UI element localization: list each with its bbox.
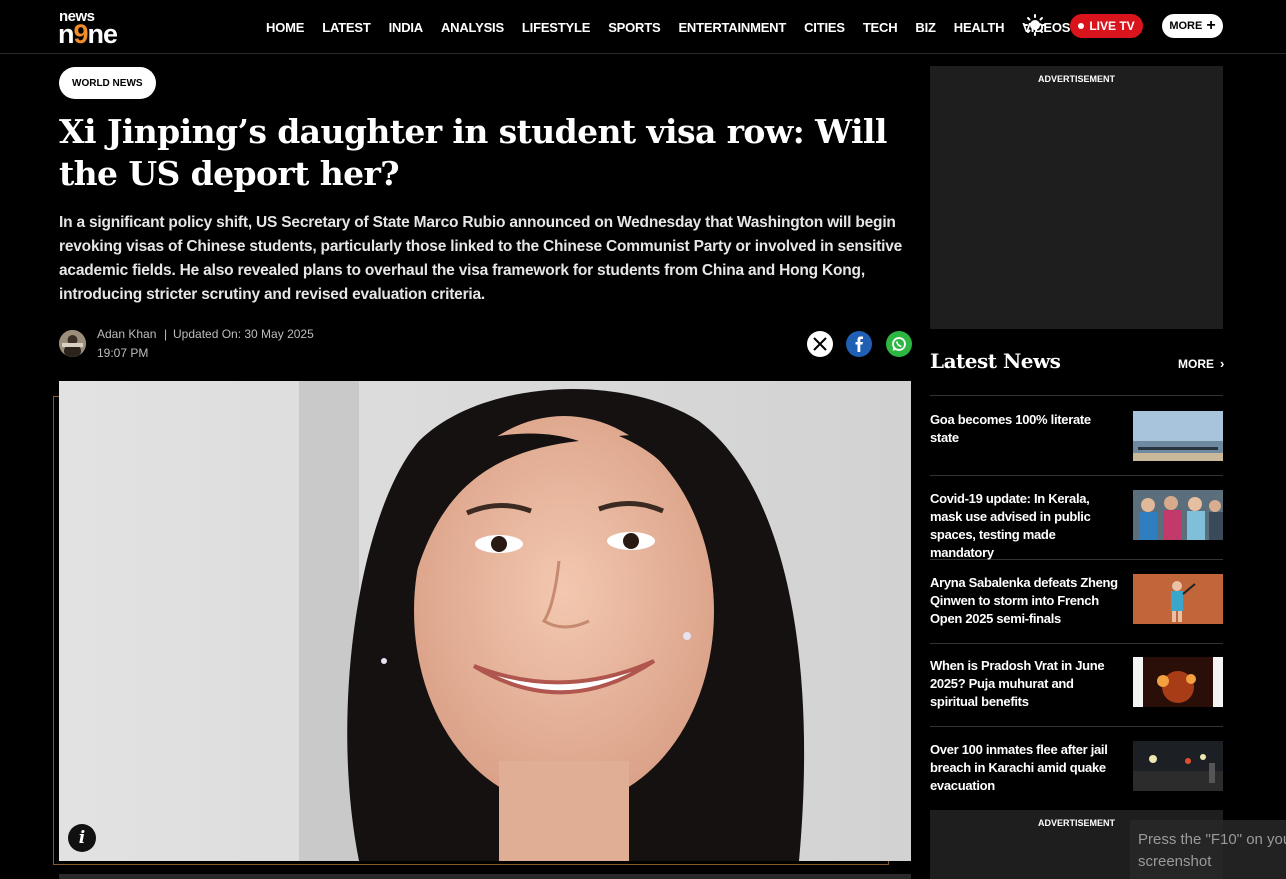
- nav-entertainment[interactable]: ENTERTAINMENT: [678, 20, 786, 35]
- news-title[interactable]: When is Pradosh Vrat in June 2025? Puja …: [930, 657, 1122, 711]
- latest-divider: [930, 395, 1223, 396]
- more-menu-button[interactable]: MORE +: [1162, 14, 1223, 38]
- hint-line-1: Press the "F10" on your: [1138, 831, 1286, 848]
- nav-cities[interactable]: CITIES: [804, 20, 845, 35]
- nav-tech[interactable]: TECH: [863, 20, 898, 35]
- x-icon[interactable]: [807, 331, 833, 357]
- list-item[interactable]: Over 100 inmates flee after jail breach …: [930, 741, 1223, 799]
- latest-news-title: Latest News: [930, 349, 1061, 373]
- author-name[interactable]: Adan Khan: [97, 327, 156, 341]
- whatsapp-icon[interactable]: [886, 331, 912, 357]
- more-label: MORE: [1169, 20, 1203, 32]
- news-title[interactable]: Goa becomes 100% literate state: [930, 411, 1122, 447]
- hint-line-2: screenshot: [1138, 853, 1212, 870]
- live-tv-label: LIVE TV: [1089, 19, 1135, 33]
- nav-health[interactable]: HEALTH: [954, 20, 1005, 35]
- info-icon[interactable]: i: [68, 824, 96, 852]
- content-divider: [59, 874, 911, 879]
- nav-analysis[interactable]: ANALYSIS: [441, 20, 504, 35]
- category-pill[interactable]: WORLD NEWS: [59, 67, 156, 99]
- screenshot-hint-overlay: Press the "F10" on your screenshot: [1130, 820, 1286, 879]
- plus-icon: +: [1206, 17, 1216, 34]
- chevron-right-icon: ›: [1220, 356, 1225, 371]
- author-avatar[interactable]: [59, 330, 86, 357]
- news-thumbnail[interactable]: [1133, 411, 1223, 461]
- news9-logo[interactable]: news n9ne: [58, 9, 128, 49]
- sun-icon[interactable]: [1024, 14, 1046, 36]
- logo-line-2: n9ne: [58, 19, 118, 49]
- news-thumbnail[interactable]: [1133, 574, 1223, 624]
- meta-separator: |: [164, 327, 168, 341]
- updated-date: Updated On: 30 May 2025: [173, 327, 314, 341]
- main-nav: HOME LATEST INDIA ANALYSIS LIFESTYLE SPO…: [266, 0, 1088, 54]
- latest-more-label: MORE: [1178, 356, 1214, 371]
- news-title[interactable]: Over 100 inmates flee after jail breach …: [930, 741, 1122, 795]
- list-item[interactable]: Covid-19 update: In Kerala, mask use adv…: [930, 490, 1223, 560]
- nav-india[interactable]: INDIA: [389, 20, 424, 35]
- live-dot-icon: [1078, 23, 1085, 29]
- news-thumbnail[interactable]: [1133, 490, 1223, 540]
- nav-lifestyle[interactable]: LIFESTYLE: [522, 20, 590, 35]
- nav-biz[interactable]: BIZ: [915, 20, 936, 35]
- list-item[interactable]: When is Pradosh Vrat in June 2025? Puja …: [930, 657, 1223, 727]
- list-item[interactable]: Aryna Sabalenka defeats Zheng Qinwen to …: [930, 574, 1223, 644]
- nav-latest[interactable]: LATEST: [322, 20, 371, 35]
- news-title[interactable]: Aryna Sabalenka defeats Zheng Qinwen to …: [930, 574, 1122, 628]
- news-thumbnail[interactable]: [1133, 657, 1223, 707]
- live-tv-button[interactable]: LIVE TV: [1070, 14, 1143, 38]
- nav-home[interactable]: HOME: [266, 20, 304, 35]
- facebook-icon[interactable]: [846, 331, 872, 357]
- advertisement-label: ADVERTISEMENT: [1037, 74, 1115, 84]
- top-navigation-bar: news n9ne HOME LATEST INDIA ANALYSIS LIF…: [0, 0, 1286, 54]
- article-headline: Xi Jinping’s daughter in student visa ro…: [59, 112, 887, 193]
- latest-more-link[interactable]: MORE ›: [1178, 356, 1224, 371]
- article-summary: In a significant policy shift, US Secret…: [59, 214, 903, 303]
- updated-time: 19:07 PM: [97, 346, 149, 360]
- news-thumbnail[interactable]: [1133, 741, 1223, 791]
- hero-image: [59, 381, 911, 861]
- list-item[interactable]: Goa becomes 100% literate state: [930, 411, 1223, 476]
- sidebar-ad-top: ADVERTISEMENT: [930, 66, 1223, 329]
- news-title[interactable]: Covid-19 update: In Kerala, mask use adv…: [930, 490, 1122, 562]
- nav-sports[interactable]: SPORTS: [608, 20, 660, 35]
